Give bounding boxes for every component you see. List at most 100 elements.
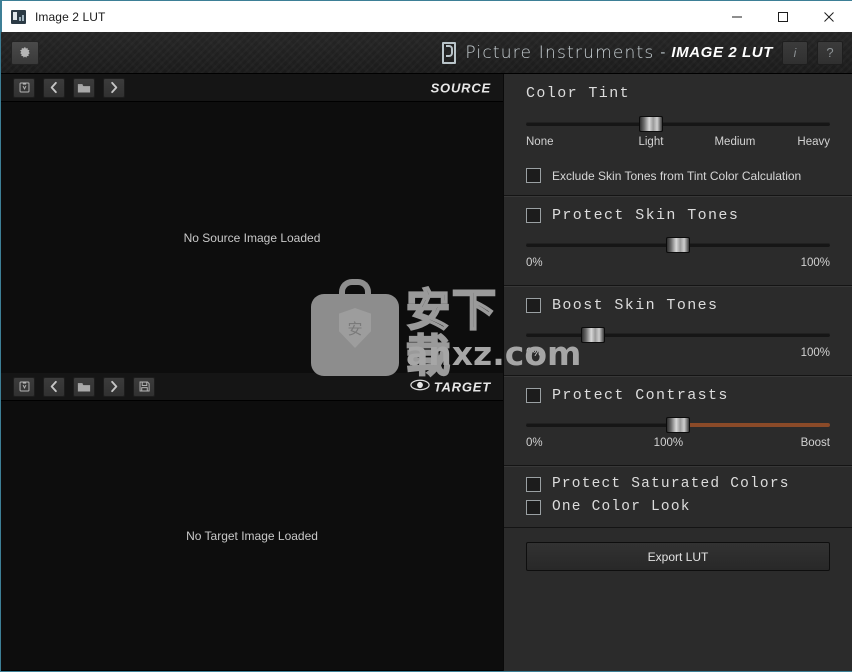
window-title-bar: Image 2 LUT	[1, 0, 852, 32]
one-color-look-row[interactable]: One Color Look	[526, 499, 830, 515]
protect-skin-tones-slider[interactable]	[526, 237, 830, 253]
color-tint-title: Color Tint	[526, 85, 631, 102]
close-button[interactable]	[806, 1, 852, 32]
protect-skin-tones-scale: 0% 100%	[526, 257, 830, 273]
scale-label-min: 0%	[526, 347, 543, 359]
boost-skin-tones-checkbox[interactable]	[526, 298, 541, 313]
boost-skin-tones-header[interactable]: Boost Skin Tones	[526, 297, 830, 314]
clipboard-icon	[18, 81, 31, 94]
boost-skin-tones-title: Boost Skin Tones	[552, 297, 719, 314]
scale-label-max: 100%	[800, 257, 830, 269]
exclude-skin-tones-label: Exclude Skin Tones from Tint Color Calcu…	[552, 168, 802, 183]
source-placeholder-text: No Source Image Loaded	[183, 230, 321, 245]
info-button[interactable]: i	[782, 40, 808, 65]
settings-panel: Color Tint None Light Medium Heavy Exclu…	[503, 74, 852, 671]
section-export: Export LUT	[504, 528, 852, 585]
source-next-image-button[interactable]	[103, 77, 125, 98]
window-controls	[714, 1, 852, 32]
chevron-left-icon	[48, 81, 60, 94]
scale-label-heavy: Heavy	[797, 136, 830, 148]
scale-label-mid: 100%	[653, 437, 684, 449]
app-logo-icon	[11, 9, 27, 25]
picture-instruments-logo-icon	[442, 41, 457, 64]
one-color-look-checkbox[interactable]	[526, 499, 541, 515]
scale-label-max: 100%	[800, 347, 830, 359]
exclude-skin-tones-checkbox[interactable]	[526, 168, 541, 183]
boost-skin-tones-scale: 0% 100%	[526, 347, 830, 363]
source-toolbar: SOURCE	[1, 74, 503, 102]
protect-saturated-colors-label: Protect Saturated Colors	[552, 476, 790, 492]
brand-separator: -	[660, 44, 666, 61]
target-toolbar: TARGET	[1, 373, 503, 401]
target-image-canvas[interactable]: No Target Image Loaded	[1, 401, 503, 670]
target-save-image-button[interactable]	[133, 376, 155, 397]
target-next-image-button[interactable]	[103, 376, 125, 397]
maximize-button[interactable]	[760, 1, 806, 32]
section-protect-skin-tones: Protect Skin Tones 0% 100%	[504, 196, 852, 286]
section-extra-options: Protect Saturated Colors One Color Look	[504, 466, 852, 528]
source-open-folder-button[interactable]	[73, 77, 95, 98]
one-color-look-label: One Color Look	[552, 499, 691, 515]
clipboard-icon	[18, 380, 31, 393]
application-window: Image 2 LUT Picture Instruments - IMAGE …	[0, 0, 852, 672]
source-paste-from-clipboard-button[interactable]	[13, 77, 35, 98]
source-image-canvas[interactable]: No Source Image Loaded	[1, 102, 503, 373]
scale-label-min: 0%	[526, 437, 543, 449]
brand-name: Picture Instruments	[465, 42, 655, 63]
boost-skin-tones-slider[interactable]	[526, 327, 830, 343]
target-paste-from-clipboard-button[interactable]	[13, 376, 35, 397]
floppy-disk-icon	[138, 380, 151, 393]
color-tint-scale: None Light Medium Heavy	[526, 136, 830, 152]
slider-track	[526, 122, 830, 126]
slider-handle[interactable]	[666, 237, 690, 253]
brand-header-bar: Picture Instruments - IMAGE 2 LUT i ?	[1, 32, 852, 74]
slider-track	[526, 333, 830, 337]
protect-contrasts-header[interactable]: Protect Contrasts	[526, 387, 830, 404]
slider-track-boost-range	[678, 423, 830, 427]
protect-skin-tones-header[interactable]: Protect Skin Tones	[526, 207, 830, 224]
chevron-left-icon	[48, 380, 60, 393]
settings-button[interactable]	[11, 40, 39, 65]
product-name: IMAGE 2 LUT	[671, 44, 773, 61]
protect-contrasts-checkbox[interactable]	[526, 388, 541, 403]
target-open-folder-button[interactable]	[73, 376, 95, 397]
slider-handle[interactable]	[666, 417, 690, 433]
window-title: Image 2 LUT	[35, 9, 106, 24]
chevron-right-icon	[108, 380, 120, 393]
scale-label-min: 0%	[526, 257, 543, 269]
scale-label-max: Boost	[800, 437, 830, 449]
target-preview-toggle[interactable]	[409, 378, 431, 396]
section-protect-contrasts: Protect Contrasts 0% 100% Boost	[504, 376, 852, 466]
protect-skin-tones-title: Protect Skin Tones	[552, 207, 740, 224]
folder-icon	[77, 82, 91, 94]
gear-icon	[18, 46, 32, 60]
protect-skin-tones-checkbox[interactable]	[526, 208, 541, 223]
section-boost-skin-tones: Boost Skin Tones 0% 100%	[504, 286, 852, 376]
help-button[interactable]: ?	[817, 40, 843, 65]
target-previous-image-button[interactable]	[43, 376, 65, 397]
protect-contrasts-title: Protect Contrasts	[552, 387, 729, 404]
slider-handle[interactable]	[580, 327, 605, 343]
minimize-button[interactable]	[714, 1, 760, 32]
scale-label-none: None	[526, 136, 554, 148]
brand-cluster: Picture Instruments - IMAGE 2 LUT i ?	[442, 40, 852, 65]
target-placeholder-text: No Target Image Loaded	[186, 528, 318, 543]
protect-saturated-colors-checkbox[interactable]	[526, 476, 541, 492]
eye-icon	[410, 378, 430, 396]
export-lut-button[interactable]: Export LUT	[526, 542, 830, 571]
source-previous-image-button[interactable]	[43, 77, 65, 98]
protect-saturated-colors-row[interactable]: Protect Saturated Colors	[526, 476, 830, 492]
scale-label-medium: Medium	[714, 136, 756, 148]
chevron-right-icon	[108, 81, 120, 94]
color-tint-slider[interactable]	[526, 116, 830, 132]
scale-label-light: Light	[638, 136, 664, 148]
folder-icon	[77, 381, 91, 393]
target-panel-label: TARGET	[433, 379, 491, 394]
image-panels-column: SOURCE No Source Image Loaded TARGET No …	[1, 74, 503, 671]
protect-contrasts-scale: 0% 100% Boost	[526, 437, 830, 453]
exclude-skin-tones-row[interactable]: Exclude Skin Tones from Tint Color Calcu…	[526, 168, 830, 183]
source-panel-label: SOURCE	[430, 80, 491, 95]
section-color-tint: Color Tint None Light Medium Heavy Exclu…	[504, 74, 852, 196]
protect-contrasts-slider[interactable]	[526, 417, 830, 433]
slider-handle[interactable]	[638, 116, 663, 132]
